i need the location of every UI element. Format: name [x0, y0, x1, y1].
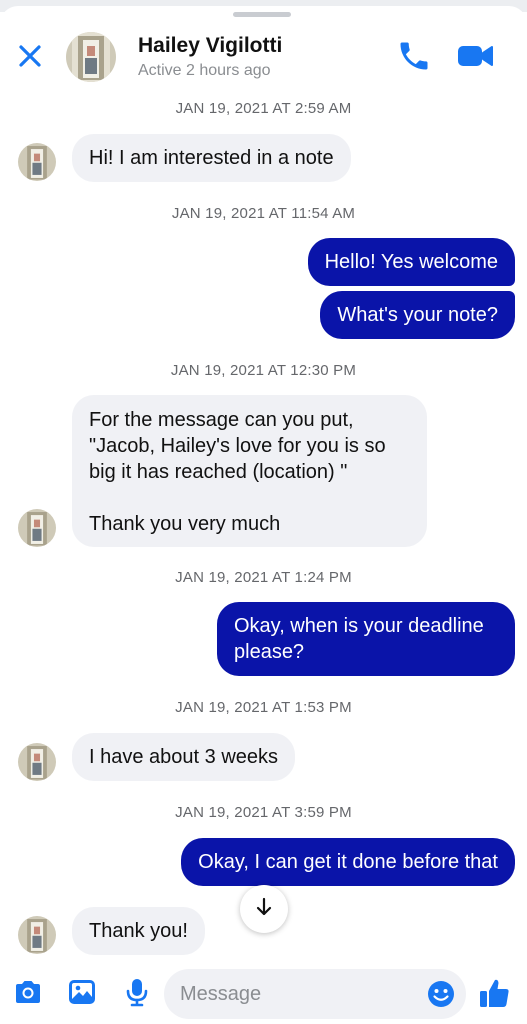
chat-header: Hailey Vigilotti Active 2 hours ago	[0, 26, 527, 88]
message-timestamp: JAN 19, 2021 AT 1:53 PM	[175, 699, 352, 716]
arrow-down-icon	[253, 896, 275, 923]
outgoing-message[interactable]: What's your note?	[320, 291, 515, 339]
microphone-icon[interactable]	[121, 976, 153, 1008]
close-icon[interactable]	[14, 40, 46, 72]
video-camera-icon[interactable]	[456, 40, 494, 72]
sender-avatar	[18, 143, 56, 181]
message-line: big it has reached (location) "	[89, 461, 348, 483]
message-timestamp: JAN 19, 2021 AT 12:30 PM	[170, 362, 357, 379]
sender-avatar	[18, 743, 56, 781]
incoming-message[interactable]: Hi! I am interested in a note	[72, 134, 351, 182]
message-line: please?	[234, 641, 305, 663]
message-timestamp: JAN 19, 2021 AT 2:59 AM	[175, 100, 352, 117]
thumbs-up-icon[interactable]	[476, 975, 512, 1011]
outgoing-message[interactable]: Okay, I can get it done before that	[181, 838, 515, 886]
message-line: Thank you very much	[89, 513, 281, 535]
scroll-to-bottom-button[interactable]	[240, 885, 288, 933]
camera-icon[interactable]	[12, 976, 44, 1008]
outgoing-message[interactable]: Hello! Yes welcome	[307, 238, 515, 286]
phone-icon[interactable]	[396, 38, 432, 74]
message-timestamp: JAN 19, 2021 AT 3:59 PM	[175, 804, 352, 821]
message-composer	[0, 962, 527, 1024]
message-timestamp: JAN 19, 2021 AT 11:54 AM	[171, 205, 356, 222]
contact-avatar[interactable]	[66, 32, 116, 82]
message-input[interactable]	[164, 969, 466, 1019]
sheet-grabber[interactable]	[233, 12, 291, 17]
message-line: Okay, when is your deadline	[234, 615, 484, 637]
incoming-message[interactable]: For the message can you put, "Jacob, Hai…	[72, 395, 427, 547]
emoji-icon[interactable]	[426, 979, 456, 1009]
incoming-message[interactable]: I have about 3 weeks	[72, 733, 296, 781]
incoming-message[interactable]: Thank you!	[72, 907, 205, 955]
message-line: For the message can you put,	[89, 409, 354, 431]
message-line	[89, 485, 410, 511]
outgoing-message[interactable]: Okay, when is your deadline please?	[217, 602, 515, 676]
sender-avatar	[18, 509, 56, 547]
contact-status: Active 2 hours ago	[138, 62, 271, 79]
message-timestamp: JAN 19, 2021 AT 1:24 PM	[175, 569, 352, 586]
contact-name[interactable]: Hailey Vigilotti	[138, 34, 282, 58]
message-line: "Jacob, Hailey's love for you is so	[89, 435, 386, 457]
sender-avatar	[18, 916, 56, 954]
gallery-icon[interactable]	[66, 976, 98, 1008]
